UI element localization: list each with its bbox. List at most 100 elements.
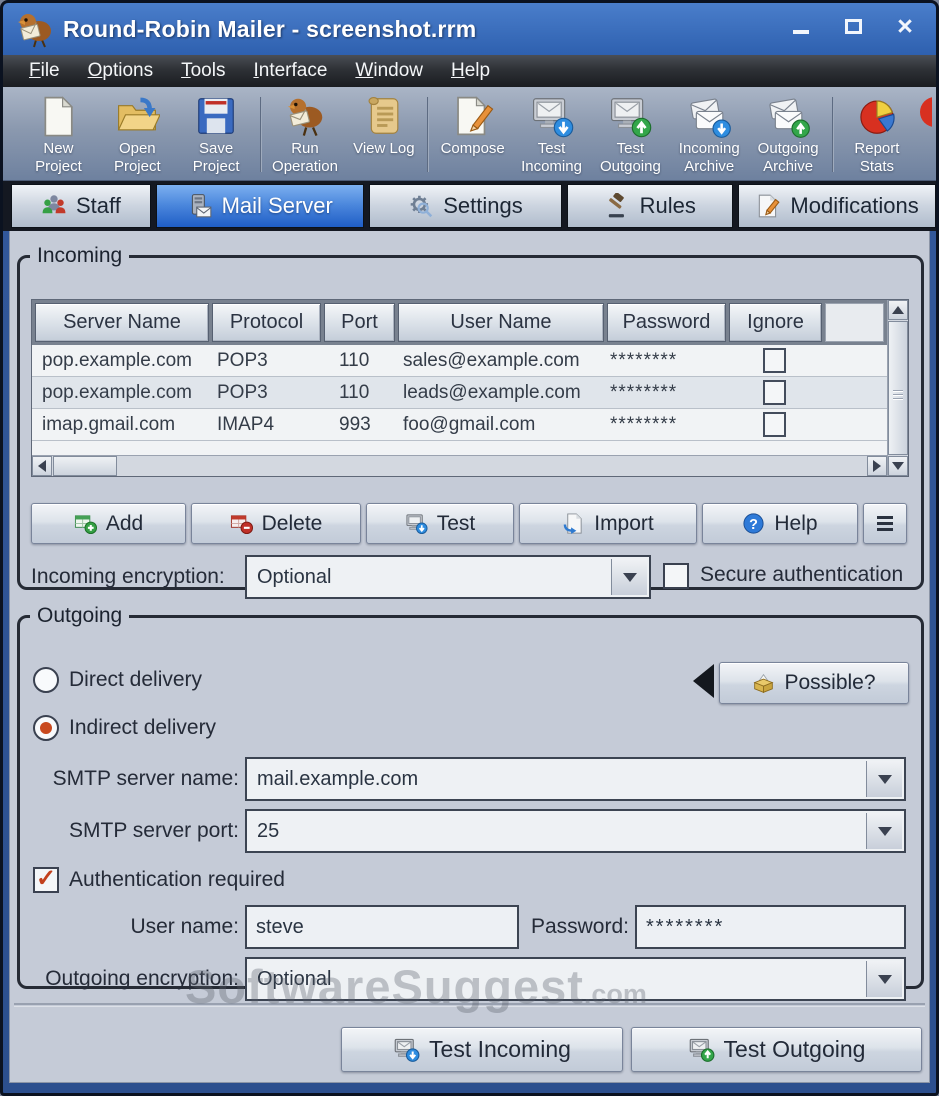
table-row[interactable]: imap.gmail.com IMAP4 993 foo@gmail.com *…: [32, 409, 887, 441]
cell-server: pop.example.com: [42, 381, 192, 403]
horizontal-scrollbar[interactable]: [32, 455, 887, 476]
view-log-icon: [368, 97, 399, 134]
report-stats-icon: [860, 100, 895, 134]
menu-help[interactable]: Help: [437, 57, 504, 85]
save-project-icon: [198, 98, 234, 134]
help-label: Help: [774, 511, 818, 535]
svg-text:?: ?: [750, 517, 759, 533]
close-button[interactable]: ×: [892, 13, 918, 40]
authentication-required-checkbox[interactable]: ✓: [33, 864, 59, 893]
toolbar-view-log[interactable]: View Log: [344, 89, 423, 180]
menu-options[interactable]: Options: [74, 57, 167, 85]
more-menu-button[interactable]: [863, 503, 907, 544]
cell-protocol: IMAP4: [217, 413, 275, 435]
dropdown-arrow-button[interactable]: [866, 961, 902, 997]
dropdown-arrow-button[interactable]: [866, 813, 902, 849]
horizontal-scroll-thumb[interactable]: [53, 456, 117, 476]
ignore-checkbox[interactable]: [762, 412, 786, 437]
tab-mail-server[interactable]: Mail Server: [155, 184, 364, 228]
smtp-server-port-label: SMTP server port:: [69, 819, 239, 842]
compose-icon: [456, 96, 494, 136]
toolbar-test-outgoing[interactable]: Test Outgoing: [591, 89, 670, 180]
table-row[interactable]: pop.example.com POP3 110 leads@example.c…: [32, 377, 887, 409]
window-title: Round-Robin Mailer - screenshot.rrm: [63, 15, 477, 42]
test-incoming-button[interactable]: Test Incoming: [341, 1027, 623, 1072]
new-project-icon: [44, 96, 74, 137]
test-outgoing-label: Test Outgoing: [723, 1036, 866, 1062]
column-header-server-name[interactable]: Server Name: [35, 303, 209, 342]
toolbar-report-stats[interactable]: Report Stats: [838, 89, 917, 180]
column-header-port[interactable]: Port: [324, 303, 395, 342]
possible-button[interactable]: Possible?: [719, 662, 909, 704]
scroll-up-button[interactable]: [888, 300, 908, 320]
toolbar-compose[interactable]: Compose: [433, 89, 512, 180]
indirect-delivery-radio[interactable]: [33, 715, 59, 741]
toolbar-test-incoming[interactable]: Test Incoming: [512, 89, 591, 180]
scroll-down-button[interactable]: [888, 456, 908, 476]
menu-file[interactable]: File: [15, 57, 74, 85]
incoming-archive-icon: [690, 98, 732, 138]
menu-tools[interactable]: Tools: [167, 57, 239, 85]
dropdown-arrow-button[interactable]: [611, 559, 647, 595]
toolbar-outgoing-archive[interactable]: Outgoing Archive: [749, 89, 828, 180]
column-header-password[interactable]: Password: [607, 303, 726, 342]
check-icon: ✓: [35, 864, 57, 892]
minimize-button[interactable]: [788, 13, 814, 39]
tab-staff[interactable]: Staff: [11, 184, 151, 228]
tab-rules[interactable]: Rules: [567, 184, 734, 228]
table-row[interactable]: pop.example.com POP3 110 sales@example.c…: [32, 345, 887, 377]
column-header-user-name[interactable]: User Name: [398, 303, 604, 342]
incoming-encryption-row: Incoming encryption: Optional ✓ Secure a…: [20, 555, 921, 599]
arrow-left-icon: [38, 460, 46, 472]
radio-dot-icon: [40, 722, 52, 734]
tab-label: Mail Server: [221, 193, 333, 218]
test-incoming-icon: [532, 98, 573, 138]
title-bar: Round-Robin Mailer - screenshot.rrm ×: [9, 3, 930, 55]
cell-user: foo@gmail.com: [403, 413, 536, 435]
ignore-checkbox[interactable]: [762, 380, 786, 405]
tab-settings[interactable]: Settings: [368, 184, 563, 228]
smtp-server-port-select[interactable]: 25: [245, 809, 906, 853]
mail-server-panel: Incoming Server Name Protocol Port User …: [9, 231, 930, 1083]
secure-authentication-checkbox[interactable]: ✓: [663, 563, 689, 589]
app-window: Round-Robin Mailer - screenshot.rrm × Fi…: [0, 0, 939, 1096]
add-label: Add: [105, 511, 144, 535]
dropdown-arrow-button[interactable]: [866, 761, 902, 797]
toolbar-save-project[interactable]: Save Project: [177, 89, 256, 180]
clipped-icon: [920, 97, 932, 127]
toolbar-incoming-archive[interactable]: Incoming Archive: [670, 89, 749, 180]
test-button[interactable]: Test: [366, 503, 514, 544]
tab-modifications[interactable]: Modifications: [738, 184, 936, 228]
user-name-label: User name:: [130, 915, 239, 938]
outgoing-encryption-select[interactable]: Optional: [245, 957, 906, 1001]
test-outgoing-button[interactable]: Test Outgoing: [631, 1027, 922, 1072]
incoming-encryption-value: Optional: [257, 565, 332, 588]
open-box-icon: [753, 673, 775, 693]
add-icon: [74, 515, 97, 535]
maximize-icon: [844, 18, 862, 34]
password-input[interactable]: [635, 905, 906, 949]
column-header-protocol[interactable]: Protocol: [212, 303, 321, 342]
import-button[interactable]: Import: [519, 503, 697, 544]
scroll-left-button[interactable]: [32, 456, 52, 476]
vertical-scrollbar[interactable]: [887, 300, 908, 476]
vertical-scroll-thumb[interactable]: [888, 321, 908, 455]
column-header-ignore[interactable]: Ignore: [729, 303, 822, 342]
toolbar-run-operation[interactable]: Run Operation: [266, 89, 345, 180]
incoming-servers-table: Server Name Protocol Port User Name Pass…: [31, 299, 909, 477]
help-button[interactable]: ? Help: [702, 503, 858, 544]
add-button[interactable]: Add: [31, 503, 186, 544]
toolbar-open-project[interactable]: Open Project: [98, 89, 177, 180]
ignore-checkbox[interactable]: [762, 348, 786, 373]
direct-delivery-radio[interactable]: [33, 667, 59, 693]
delete-button[interactable]: Delete: [191, 503, 361, 544]
incoming-encryption-select[interactable]: Optional: [245, 555, 651, 599]
menu-window[interactable]: Window: [341, 57, 437, 85]
scroll-right-button[interactable]: [867, 456, 887, 476]
toolbar-new-project[interactable]: New Project: [19, 89, 98, 180]
smtp-server-name-select[interactable]: mail.example.com: [245, 757, 906, 801]
menu-interface[interactable]: Interface: [239, 57, 341, 85]
maximize-button[interactable]: [840, 13, 866, 39]
cell-port: 110: [339, 349, 370, 371]
user-name-input[interactable]: [245, 905, 519, 949]
